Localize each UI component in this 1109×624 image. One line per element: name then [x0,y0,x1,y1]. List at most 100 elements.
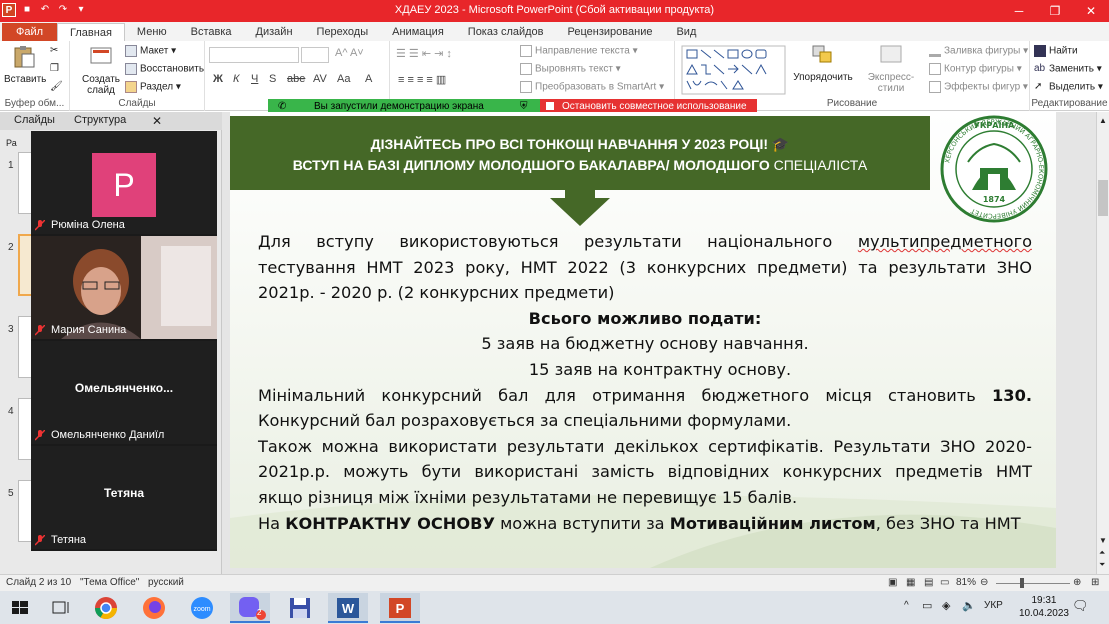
normal-view-icon[interactable]: ▣ [888,577,897,588]
tab-outline[interactable]: Структура [74,114,126,126]
input-language[interactable]: УКР [984,600,1003,611]
smartart-button[interactable]: Преобразовать в SmartArt ▾ [520,81,664,93]
participant-tile[interactable]: Тетяна Тетяна [31,446,217,549]
status-bar: Слайд 2 из 10 "Тема Office" русский ▣ ▦ … [0,574,1109,591]
italic-button[interactable]: К [233,73,239,85]
tab-transitions[interactable]: Переходы [305,23,381,41]
select-button[interactable]: ➚ Выделить ▾ [1034,81,1103,93]
shapes-gallery[interactable] [681,45,786,95]
bold-button[interactable]: Ж [213,73,223,85]
tab-slideshow[interactable]: Показ слайдов [456,23,556,41]
font-size-combo[interactable] [301,47,329,63]
tab-view[interactable]: Вид [664,23,708,41]
tab-slides[interactable]: Слайды [14,114,55,126]
close-icon[interactable]: ✕ [1073,0,1109,22]
minimize-icon[interactable]: ─ [1001,0,1037,22]
firefox-icon[interactable] [134,593,174,623]
font-grow-icon[interactable]: A^ A˅ [335,47,364,59]
muted-mic-icon [35,220,45,231]
shape-effects-button[interactable]: Эффекты фигур ▾ [929,81,1028,93]
slideshow-icon[interactable]: ▭ [940,577,949,588]
word-icon[interactable]: W [328,593,368,623]
zoom-slider-thumb[interactable] [1020,578,1024,588]
tab-design[interactable]: Дизайн [244,23,305,41]
shadow-button[interactable]: S [269,73,276,85]
slide-body-text[interactable]: Для вступу використовуються результати н… [258,229,1032,536]
network-icon[interactable]: ◈ [942,599,950,612]
editing-group: Найти ab Заменить ▾ ➚ Выделить ▾ Редактиро… [1030,41,1109,111]
viber-icon[interactable]: 2 [230,593,270,623]
align-icons[interactable]: ≡ ≡ ≡ ≡ ▥ [398,73,446,86]
next-slide-icon[interactable]: ⏷ [1099,560,1105,570]
scroll-down-icon[interactable]: ▼ [1099,536,1107,545]
task-view-icon[interactable] [40,593,80,623]
battery-icon[interactable]: ▭ [922,599,932,612]
show-hidden-icons[interactable]: ^ [904,600,909,611]
tab-menu[interactable]: Меню [125,23,179,41]
prev-slide-icon[interactable]: ⏶ [1099,548,1105,558]
participant-name: Омельянченко Даниїл [51,429,165,441]
list-icons[interactable]: ☰ ☰ ⇤ ⇥ ↕ [396,47,452,60]
font-name-combo[interactable] [209,47,299,63]
clipboard-group-label: Буфер обм... [4,98,65,109]
restore-icon[interactable]: ❐ [1037,0,1073,22]
format-painter-icon[interactable]: 🖌 [50,81,63,92]
find-button[interactable]: Найти [1034,45,1078,57]
tab-file[interactable]: Файл [2,23,58,41]
scroll-up-icon[interactable]: ▲ [1099,116,1107,125]
shape-fill-button[interactable]: Заливка фигуры ▾ [929,45,1028,57]
tab-insert[interactable]: Вставка [179,23,244,41]
avatar: P [92,153,156,217]
cut-icon[interactable]: ✂ [50,45,58,56]
participant-tile[interactable]: Омельянченко... Омельянченко Даниїл [31,341,217,444]
text-direction-button[interactable]: Направление текста ▾ [520,45,638,57]
arrange-button[interactable]: Упорядочить [793,43,853,83]
participant-tile[interactable]: Мария Санина [31,236,217,339]
chrome-icon[interactable] [86,593,126,623]
scrollbar-thumb[interactable] [1098,180,1108,216]
slide-title-banner: ДІЗНАЙТЕСЬ ПРО ВСІ ТОНКОЩІ НАВЧАННЯ У 20… [230,116,930,190]
paste-button[interactable]: Вставить [4,45,46,85]
participant-name: Тетяна [51,534,87,546]
zoom-level[interactable]: 81% [956,577,976,588]
reset-button[interactable]: Восстановить [125,63,204,75]
zoom-out-icon[interactable]: ⊖ [980,577,988,588]
quick-styles-button[interactable]: Экспресс-стили [857,43,925,94]
replace-button[interactable]: ab Заменить ▾ [1034,63,1102,75]
zoom-icon[interactable]: zoom [182,593,222,623]
save-icon[interactable] [280,593,320,623]
vertical-scrollbar[interactable]: ▲ ▼ ⏶ ⏷ [1096,112,1109,574]
notifications-icon[interactable]: 🗨 [1072,598,1089,614]
layout-button[interactable]: Макет ▾ [125,45,176,57]
tab-home[interactable]: Главная [57,23,125,41]
participant-display-name: Омельянченко... [74,381,174,395]
strikethrough-button[interactable]: abe [287,73,305,85]
reading-view-icon[interactable]: ▤ [924,577,933,588]
svg-text:1874: 1874 [983,195,1006,204]
copy-icon[interactable]: ❐ [50,63,59,74]
new-slide-button[interactable]: Создать слайд [80,45,122,96]
banner-line-2: ВСТУП НА БАЗІ ДИПЛОМУ МОЛОДШОГО БАКАЛАВР… [292,157,868,173]
zoom-in-icon[interactable]: ⊕ [1073,577,1081,588]
language-indicator[interactable]: русский [148,577,184,588]
slide-canvas[interactable]: ДІЗНАЙТЕСЬ ПРО ВСІ ТОНКОЩІ НАВЧАННЯ У 20… [230,112,1056,568]
windows-start-icon[interactable] [0,593,40,623]
shape-outline-button[interactable]: Контур фигуры ▾ [929,63,1022,75]
tab-animation[interactable]: Анимация [380,23,456,41]
align-text-button[interactable]: Выровнять текст ▾ [520,63,621,75]
change-case-button[interactable]: Aa [337,73,350,85]
zoom-slider[interactable] [996,583,1070,584]
underline-button[interactable]: Ч [251,73,258,85]
fit-slide-icon[interactable]: ⊞ [1091,577,1099,588]
tab-review[interactable]: Рецензирование [556,23,665,41]
powerpoint-icon[interactable]: P [380,593,420,623]
close-icon[interactable]: ✕ [152,114,162,128]
char-spacing-button[interactable]: AV [313,73,327,85]
clock[interactable]: 19:31 10.04.2023 [1019,594,1069,620]
slide-sorter-icon[interactable]: ▦ [906,577,915,588]
paragraph-5: На КОНТРАКТНУ ОСНОВУ можна вступити за М… [258,513,1021,533]
section-button[interactable]: Раздел ▾ [125,81,181,93]
participant-tile[interactable]: P Рюміна Олена [31,131,217,234]
font-color-button[interactable]: A [365,73,372,85]
volume-icon[interactable]: 🔈 [962,599,976,612]
